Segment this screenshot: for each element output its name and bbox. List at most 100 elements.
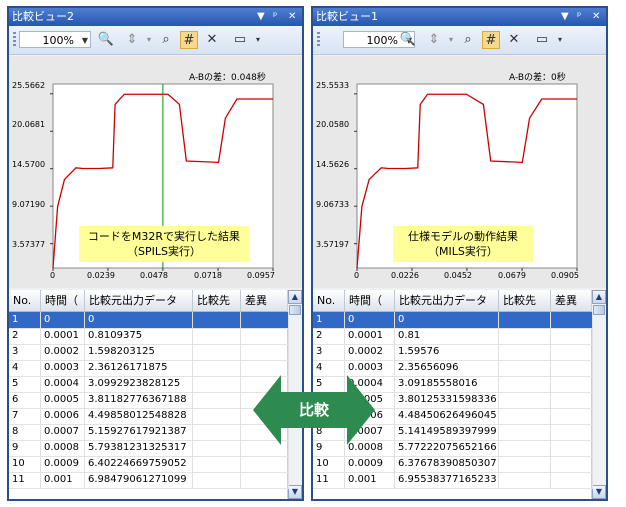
pin-icon[interactable]: ᵖ xyxy=(577,8,581,26)
scroll-thumb[interactable] xyxy=(593,305,605,315)
toolbar-grip[interactable] xyxy=(317,32,320,48)
table-cell xyxy=(241,472,289,488)
table-cell xyxy=(499,360,551,376)
scroll-down-icon[interactable]: ▼ xyxy=(288,485,302,499)
column-header-time[interactable]: 時間（ xyxy=(41,290,85,312)
column-header-difference[interactable]: 差異 xyxy=(241,290,289,312)
table-row[interactable]: 5 0.0004 3.0992923828125 xyxy=(9,376,289,393)
zoom-select[interactable]: 100% ▼ xyxy=(19,31,91,48)
scroll-down-icon[interactable]: ▼ xyxy=(592,485,606,499)
window-icon[interactable]: ▭ xyxy=(533,31,551,49)
chevron-down-icon: ▼ xyxy=(81,36,88,45)
table-cell: 2 xyxy=(9,328,41,344)
delete-icon[interactable]: ✕ xyxy=(203,31,221,49)
toolbar-grip[interactable] xyxy=(13,32,16,48)
compare-view-1-titlebar[interactable]: 比較ビュー1 ▼ ᵖ ✕ xyxy=(313,8,606,26)
table-row[interactable]: 2 0.0001 0.81 xyxy=(313,328,593,345)
table-cell: 0.0001 xyxy=(345,328,395,344)
table-row[interactable]: 8 0.0007 5.15927617921387 xyxy=(9,424,289,441)
table-cell: 3.09185558016 xyxy=(395,376,499,392)
table-row[interactable]: 4 0.0003 2.36126171875 xyxy=(9,360,289,377)
table-row[interactable]: 9 0.0008 5.79381231325317 xyxy=(9,440,289,457)
y-tick-label: 14.5626 xyxy=(316,160,350,169)
grid-icon[interactable]: # xyxy=(180,31,198,49)
result-annotation: 仕様モデルの動作結果 （MILS実行） xyxy=(393,226,533,262)
waveform-plot[interactable]: A-Bの差：0秒 25.5533 20.0580 14.5626 9.06733… xyxy=(313,56,606,288)
table-row[interactable]: 11 0.001 6.95538377165233 xyxy=(313,472,593,489)
y-tick-label: 14.5700 xyxy=(12,160,46,169)
table-row[interactable]: 6 0.0005 3.81182776367188 xyxy=(9,392,289,409)
magnifier-icon[interactable]: 🔍 xyxy=(399,31,417,49)
table-cell: 6.40224669759052 xyxy=(85,456,193,472)
scroll-up-icon[interactable]: ▲ xyxy=(288,290,302,304)
table-cell: 0.0008 xyxy=(41,440,85,456)
column-header-no[interactable]: No. xyxy=(9,290,41,312)
table-row[interactable]: 100 xyxy=(9,312,289,329)
fit-dropdown-icon[interactable]: ▾ xyxy=(442,31,460,49)
table-cell xyxy=(193,376,241,392)
pin-icon[interactable]: ᵖ xyxy=(273,8,277,26)
fit-icon[interactable]: ⇕ xyxy=(425,31,443,49)
column-header-difference[interactable]: 差異 xyxy=(551,290,593,312)
table-row[interactable]: 7 0.0006 4.49858012548828 xyxy=(9,408,289,425)
pane-title: 比較ビュー1 xyxy=(316,10,378,23)
table-cell xyxy=(193,424,241,440)
table-cell: 1.59576 xyxy=(395,344,499,360)
close-icon[interactable]: ✕ xyxy=(592,8,600,26)
zoom-value: 100% xyxy=(366,34,398,47)
table-cell: 0.001 xyxy=(345,472,395,488)
grid-icon[interactable]: # xyxy=(482,31,500,49)
chart-toolbar: 100% ▼ 🔍 ⇕ ▾ ⌕ # ✕ ▭ ▾ xyxy=(313,26,606,55)
table-cell: 6.95538377165233 xyxy=(395,472,499,488)
table-cell xyxy=(193,440,241,456)
table-cell xyxy=(499,376,551,392)
dropdown-icon[interactable]: ▼ xyxy=(257,8,265,26)
window-dropdown-icon[interactable]: ▾ xyxy=(551,31,569,49)
table-cell: 0.0009 xyxy=(345,456,395,472)
column-header-source-output[interactable]: 比較元出力データ xyxy=(85,290,193,312)
table-cell xyxy=(551,344,593,360)
column-header-target[interactable]: 比較先 xyxy=(499,290,551,312)
compare-view-2-titlebar[interactable]: 比較ビュー2 ▼ ᵖ ✕ xyxy=(9,8,302,26)
table-row[interactable]: 10 0.0009 6.40224669759052 xyxy=(9,456,289,473)
table-cell: 0.0004 xyxy=(41,376,85,392)
table-cell: 5.77222075652166 xyxy=(395,440,499,456)
table-cell: 5.15927617921387 xyxy=(85,424,193,440)
table-row[interactable]: 2 0.0001 0.8109375 xyxy=(9,328,289,345)
table-row[interactable]: 3 0.0002 1.59576 xyxy=(313,344,593,361)
window-dropdown-icon[interactable]: ▾ xyxy=(249,31,267,49)
close-icon[interactable]: ✕ xyxy=(288,8,296,26)
table-cell: 0.0001 xyxy=(41,328,85,344)
fit-dropdown-icon[interactable]: ▾ xyxy=(140,31,158,49)
magnifier-icon[interactable]: 🔍 xyxy=(97,31,115,49)
table-cell: 1 xyxy=(9,312,41,328)
column-header-target[interactable]: 比較先 xyxy=(193,290,241,312)
delete-icon[interactable]: ✕ xyxy=(505,31,523,49)
table-cell: 0.0003 xyxy=(345,360,395,376)
binoculars-icon[interactable]: ⌕ xyxy=(459,31,477,49)
table-row[interactable]: 11 0.001 6.98479061271099 xyxy=(9,472,289,489)
x-tick-label: 0.0905 xyxy=(551,271,579,280)
window-icon[interactable]: ▭ xyxy=(231,31,249,49)
x-tick-label: 0 xyxy=(354,271,360,280)
binoculars-icon[interactable]: ⌕ xyxy=(157,31,175,49)
table-cell xyxy=(241,456,289,472)
table-cell: 2.36126171875 xyxy=(85,360,193,376)
dropdown-icon[interactable]: ▼ xyxy=(561,8,569,26)
waveform-plot[interactable]: A-Bの差：0.048秒 25.5662 20.0681 14.5700 9.0… xyxy=(9,56,302,288)
table-row[interactable]: 3 0.0002 1.598203125 xyxy=(9,344,289,361)
column-header-time[interactable]: 時間（ xyxy=(345,290,395,312)
pane-title: 比較ビュー2 xyxy=(12,10,74,23)
column-header-source-output[interactable]: 比較元出力データ xyxy=(395,290,499,312)
fit-icon[interactable]: ⇕ xyxy=(123,31,141,49)
table-row[interactable]: 100 xyxy=(313,312,593,329)
table-cell: 0.0002 xyxy=(345,344,395,360)
table-cell xyxy=(241,328,289,344)
table-cell: 0.0009 xyxy=(41,456,85,472)
table-scrollbar[interactable]: ▲ ▼ xyxy=(591,290,606,499)
column-header-no[interactable]: No. xyxy=(313,290,345,312)
scroll-up-icon[interactable]: ▲ xyxy=(592,290,606,304)
table-row[interactable]: 10 0.0009 6.37678390850307 xyxy=(313,456,593,473)
x-tick-label: 0.0478 xyxy=(140,271,168,280)
scroll-thumb[interactable] xyxy=(289,305,301,315)
